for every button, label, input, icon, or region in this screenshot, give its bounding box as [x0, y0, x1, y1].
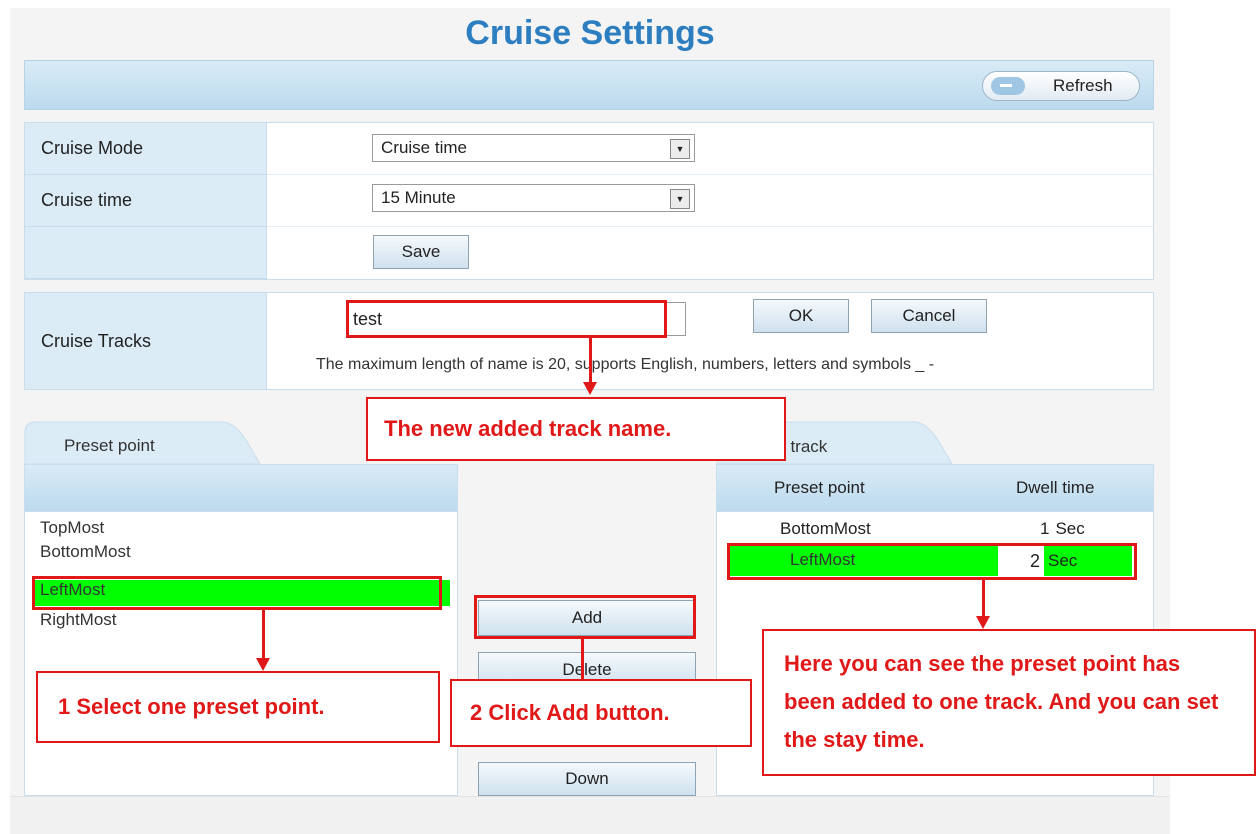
cruise-mode-value: Cruise time	[381, 138, 467, 157]
added-row-highlight	[727, 543, 1137, 580]
callout-select-point: 1 Select one preset point.	[36, 671, 440, 743]
dwell-unit: Sec	[1055, 519, 1085, 538]
refresh-label: Refresh	[1053, 76, 1113, 95]
tab-preset-point[interactable]: Preset point	[64, 436, 155, 456]
down-button[interactable]: Down	[478, 762, 696, 796]
refresh-icon	[991, 77, 1025, 95]
arrow-line	[589, 338, 592, 382]
track-name-highlight	[346, 300, 667, 338]
ok-button[interactable]: OK	[753, 299, 849, 333]
cruise-time-label: Cruise time	[25, 175, 267, 227]
chevron-down-icon: ▼	[670, 189, 690, 209]
cruise-mode-select[interactable]: Cruise time ▼	[372, 134, 695, 162]
refresh-button[interactable]: Refresh	[982, 71, 1140, 101]
track-name-hint: The maximum length of name is 20, suppor…	[316, 356, 935, 373]
track-row-preset[interactable]: BottomMost	[780, 519, 871, 539]
page-title: Cruise Settings	[465, 14, 715, 52]
cruise-tracks-label: Cruise Tracks	[25, 293, 267, 389]
preset-panel-header	[24, 464, 458, 512]
callout-click-add: 2 Click Add button.	[450, 679, 752, 747]
track-row-dwell[interactable]: 1 Sec	[1040, 519, 1085, 539]
list-item[interactable]: TopMost	[34, 518, 434, 542]
callout-track-name: The new added track name.	[366, 397, 786, 461]
cruise-mode-label: Cruise Mode	[25, 123, 267, 175]
selected-point-highlight	[32, 576, 442, 610]
col-preset-point: Preset point	[774, 478, 865, 497]
add-button-highlight	[474, 595, 696, 639]
chevron-down-icon: ▼	[670, 139, 690, 159]
arrow-down-icon	[256, 658, 270, 671]
list-item[interactable]: BottomMost	[34, 542, 434, 566]
save-row-label	[25, 227, 267, 279]
arrow-down-icon	[583, 382, 597, 395]
col-dwell-time: Dwell time	[1016, 478, 1095, 497]
arrow-down-icon	[976, 616, 990, 629]
footer-bar	[10, 796, 1170, 834]
cancel-button[interactable]: Cancel	[871, 299, 987, 333]
arrow-line	[262, 610, 265, 658]
arrow-line	[982, 580, 985, 616]
cruise-time-value: 15 Minute	[381, 188, 456, 207]
arrow-line	[581, 639, 584, 679]
cruise-time-select[interactable]: 15 Minute ▼	[372, 184, 695, 212]
list-item[interactable]: RightMost	[34, 610, 434, 634]
dwell-value: 1	[1040, 519, 1050, 538]
save-button[interactable]: Save	[373, 235, 469, 269]
callout-added-info: Here you can see the preset point has be…	[762, 629, 1256, 776]
